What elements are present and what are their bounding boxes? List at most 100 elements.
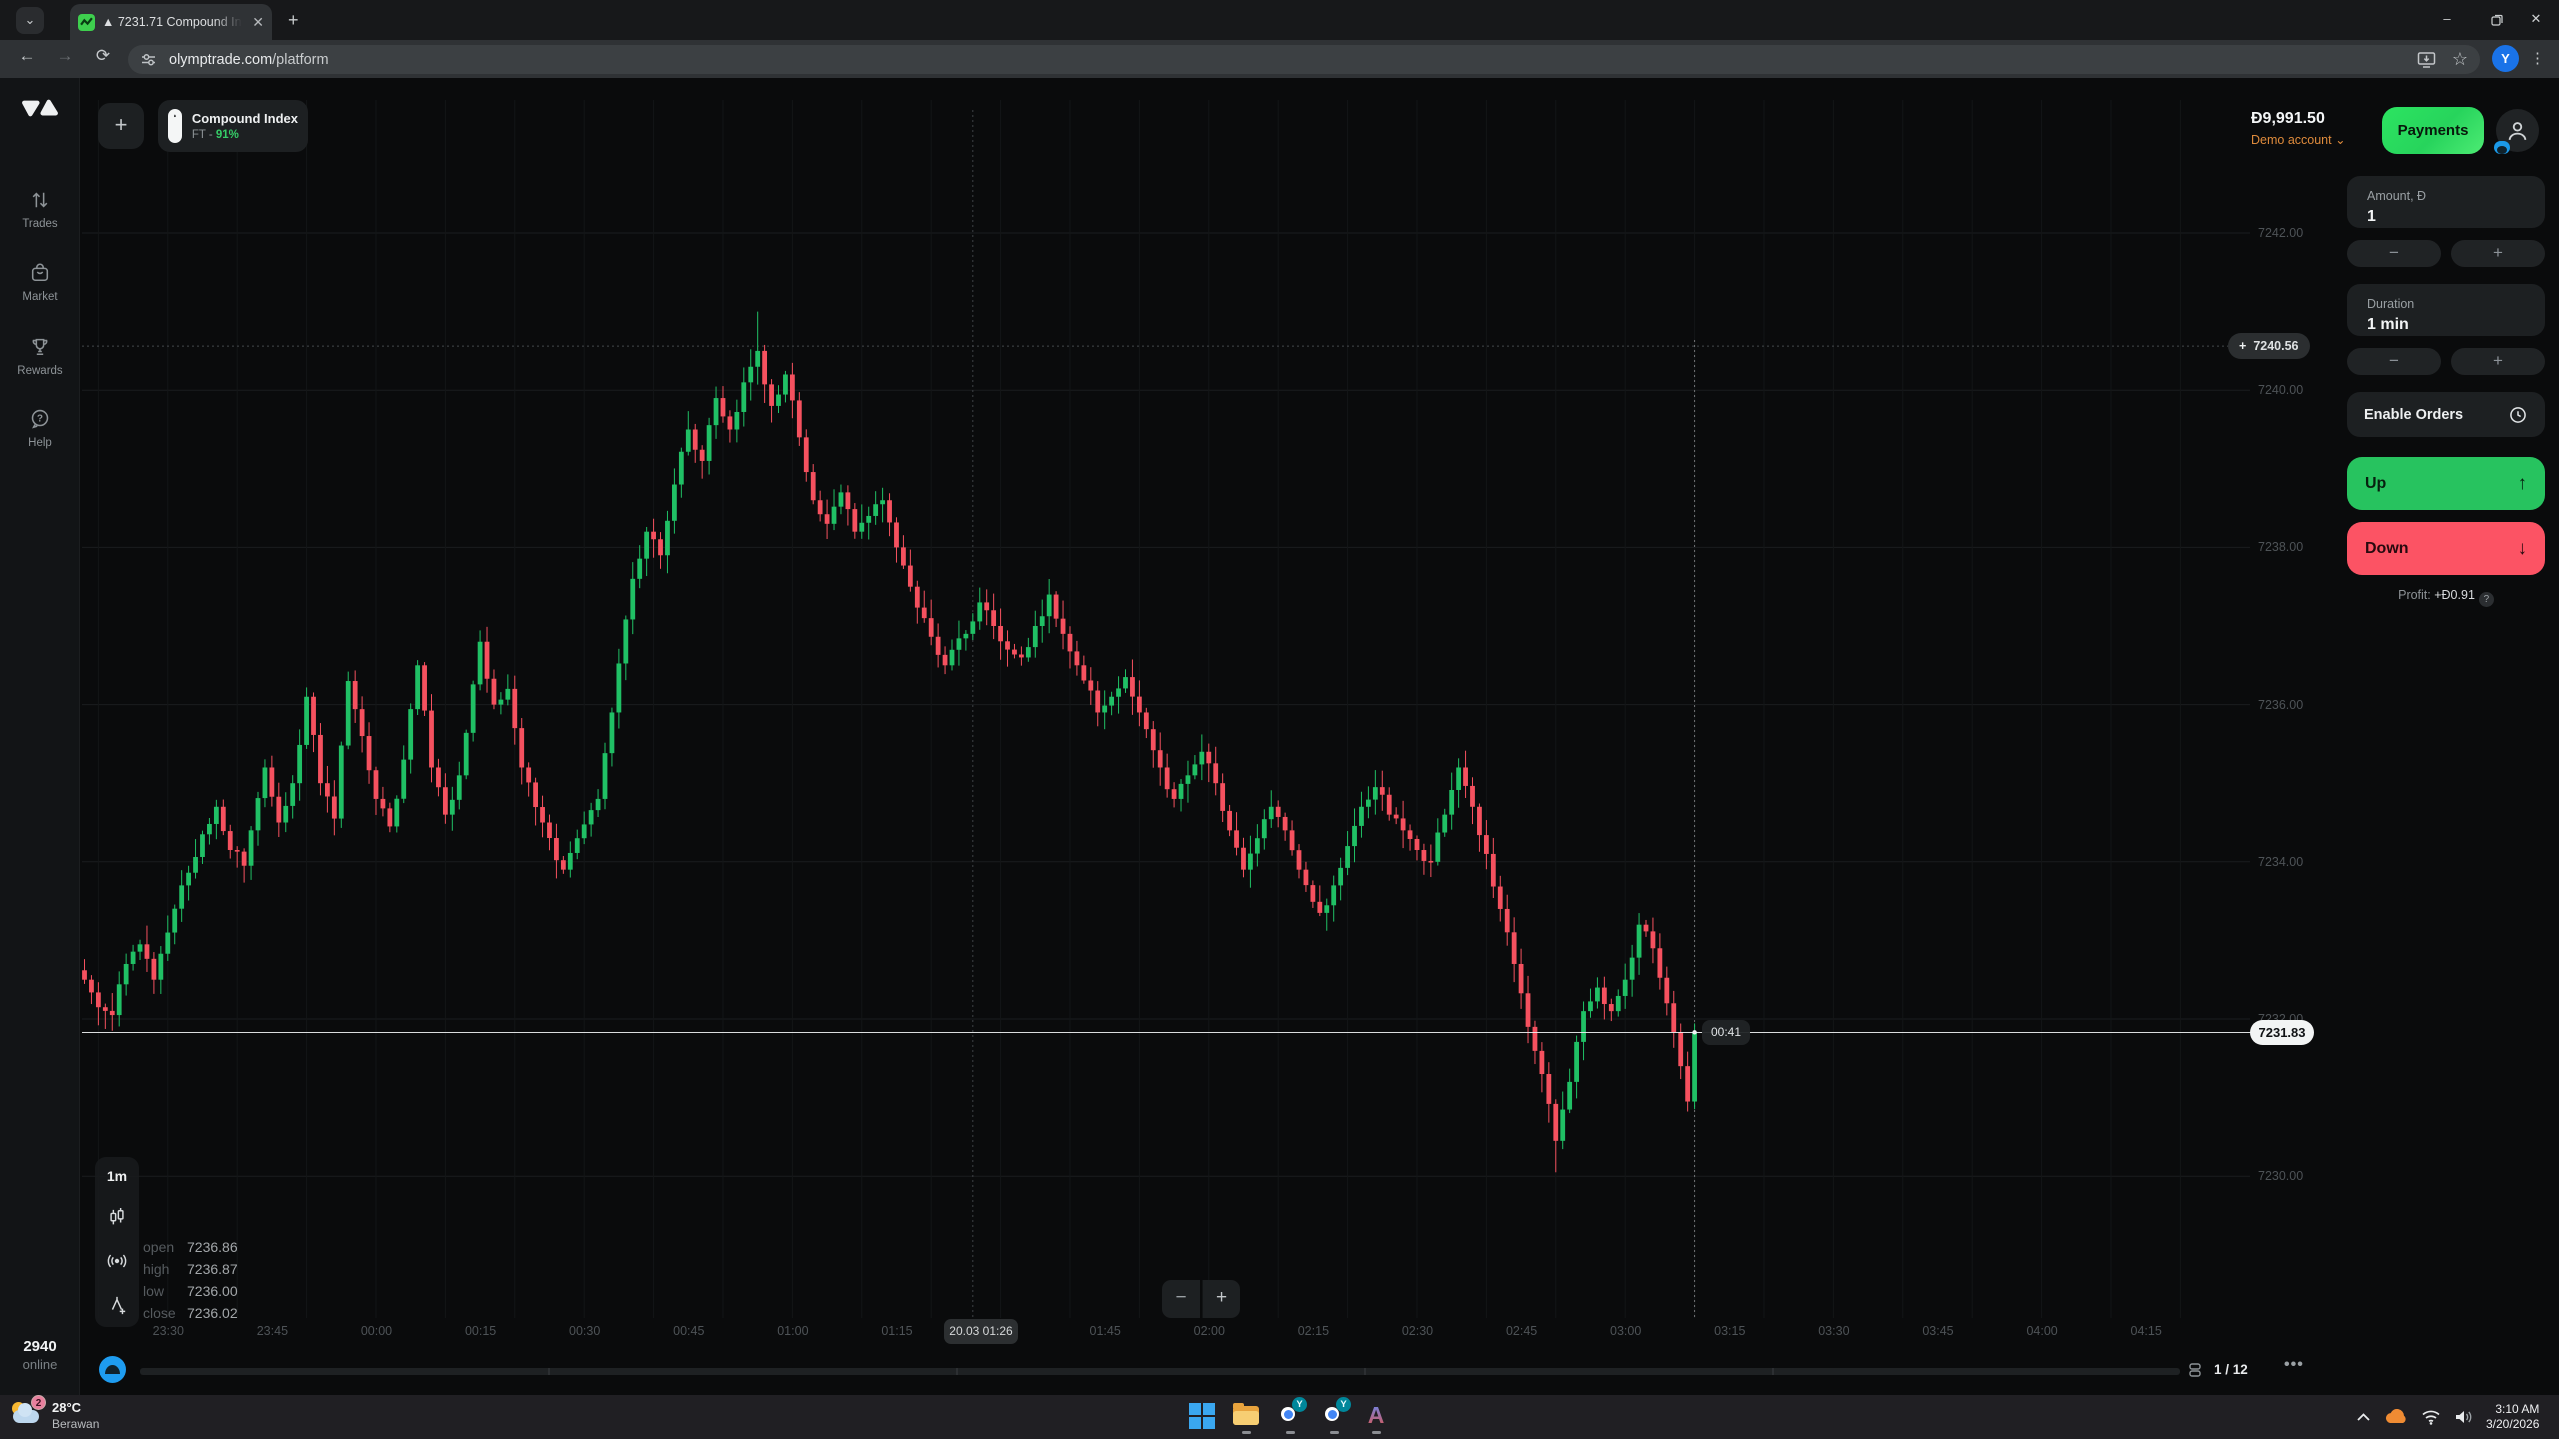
trade-up-button[interactable]: Up ↑ (2347, 457, 2545, 510)
candle (596, 799, 601, 810)
candle (693, 430, 698, 450)
chrome-button-1[interactable]: Y (1274, 1400, 1306, 1432)
candle (852, 509, 857, 532)
candle (1512, 932, 1517, 964)
candle (811, 472, 816, 500)
candle (1463, 767, 1468, 785)
payments-button[interactable]: Payments (2382, 107, 2484, 154)
price-marker-label[interactable]: +7240.56 (2228, 333, 2310, 359)
chart-horizontal-scrollbar[interactable] (140, 1368, 2180, 1375)
ohlc-row: close7236.02 (143, 1302, 238, 1324)
candle (1435, 833, 1440, 862)
candle (193, 857, 198, 873)
amount-increase-button[interactable]: + (2451, 240, 2545, 267)
candle (1685, 1066, 1690, 1101)
candle (1304, 870, 1309, 885)
support-chat-button[interactable] (99, 1356, 126, 1383)
crosshair-time-label: 20.03 01:26 (944, 1319, 1018, 1344)
candle (1449, 790, 1454, 815)
candlestick-chart[interactable] (0, 0, 2559, 1439)
candle (1317, 902, 1322, 913)
candle (977, 602, 982, 621)
candle (1408, 830, 1413, 839)
candle (519, 728, 524, 767)
enable-orders-button[interactable]: Enable Orders (2347, 392, 2545, 437)
cloudflare-warp-icon[interactable] (2384, 1409, 2408, 1425)
candle (1290, 830, 1295, 850)
candle (346, 681, 351, 746)
candle (1533, 1027, 1538, 1051)
amount-field[interactable]: Amount, Đ 1 (2347, 176, 2545, 228)
asset-selector[interactable]: Compound Index FT - 91% (158, 100, 308, 152)
layouts-icon[interactable] (2188, 1362, 2202, 1383)
duration-decrease-button[interactable]: − (2347, 348, 2441, 375)
candle (721, 398, 726, 416)
candle (1442, 815, 1447, 833)
tray-chevron-icon[interactable] (2356, 1411, 2371, 1423)
chart-page-indicator[interactable]: 1 / 12 (2214, 1362, 2248, 1377)
candle (1193, 764, 1198, 775)
add-asset-button[interactable]: + (98, 103, 144, 149)
duration-value: 1 min (2347, 311, 2545, 334)
chrome-button-2[interactable]: Y (1318, 1400, 1350, 1432)
timeframe-button[interactable]: 1m (107, 1168, 127, 1184)
chart-zoom-in-button[interactable]: + (1202, 1280, 1240, 1318)
start-button[interactable] (1186, 1400, 1218, 1432)
candle (1422, 850, 1427, 861)
candle (131, 952, 136, 964)
more-options-button[interactable]: ••• (2284, 1356, 2304, 1374)
notification-badge: 2 (31, 1395, 46, 1410)
trade-down-button[interactable]: Down ↓ (2347, 522, 2545, 575)
sidebar-item-rewards[interactable]: Rewards (0, 336, 80, 377)
a-app-icon: A (1360, 1400, 1392, 1430)
candle (110, 1011, 115, 1015)
svg-text:?: ? (37, 414, 43, 425)
drawing-tools-icon[interactable] (107, 1294, 127, 1316)
candle (575, 838, 580, 853)
candle (1276, 807, 1281, 817)
olymptrade-logo-icon[interactable] (0, 95, 80, 126)
taskbar-clock[interactable]: 3:10 AM 3/20/2026 (2486, 1402, 2539, 1432)
sidebar-item-market[interactable]: Market (0, 262, 80, 303)
candle (936, 637, 941, 655)
candle (1519, 964, 1524, 993)
amount-decrease-button[interactable]: − (2347, 240, 2441, 267)
candle (429, 711, 434, 768)
candle (1387, 795, 1392, 815)
marker-plus-icon[interactable]: + (2239, 339, 2246, 353)
candle (630, 579, 635, 620)
candle (991, 610, 996, 626)
duration-increase-button[interactable]: + (2451, 348, 2545, 375)
candle (790, 374, 795, 400)
chart-zoom-out-button[interactable]: − (1162, 1280, 1200, 1318)
candle (1213, 763, 1218, 783)
account-switcher[interactable]: Demo account ⌄ (2251, 132, 2346, 147)
candle (1553, 1104, 1558, 1141)
pinned-app-button[interactable]: A (1360, 1400, 1392, 1432)
wifi-icon[interactable] (2421, 1409, 2441, 1425)
volume-icon[interactable] (2454, 1409, 2473, 1425)
candle-countdown-label: 00:41 (1702, 1020, 1750, 1045)
candle (415, 665, 420, 709)
candle (866, 516, 871, 523)
chart-type-icon[interactable] (107, 1207, 127, 1229)
file-explorer-button[interactable] (1230, 1400, 1262, 1432)
candle (1540, 1051, 1545, 1074)
candle (957, 638, 962, 649)
taskbar-weather-widget[interactable]: 2 28°C Berawan (10, 1398, 99, 1432)
candle (943, 655, 948, 665)
sidebar-item-trades[interactable]: Trades (0, 190, 80, 230)
chrome-profile-badge: Y (1336, 1397, 1351, 1412)
sidebar-item-help[interactable]: ? Help (0, 408, 80, 449)
live-signal-icon[interactable] (106, 1251, 128, 1271)
asset-payout: FT - 91% (192, 129, 298, 141)
candle (1574, 1042, 1579, 1082)
candle (1054, 595, 1059, 619)
account-balance[interactable]: Đ9,991.50 Demo account ⌄ (2251, 110, 2346, 147)
candle (1526, 993, 1531, 1027)
candle (1373, 787, 1378, 799)
duration-field[interactable]: Duration 1 min (2347, 284, 2545, 336)
candle (422, 665, 427, 710)
candle (623, 619, 628, 663)
profit-help-icon[interactable]: ? (2479, 592, 2494, 607)
